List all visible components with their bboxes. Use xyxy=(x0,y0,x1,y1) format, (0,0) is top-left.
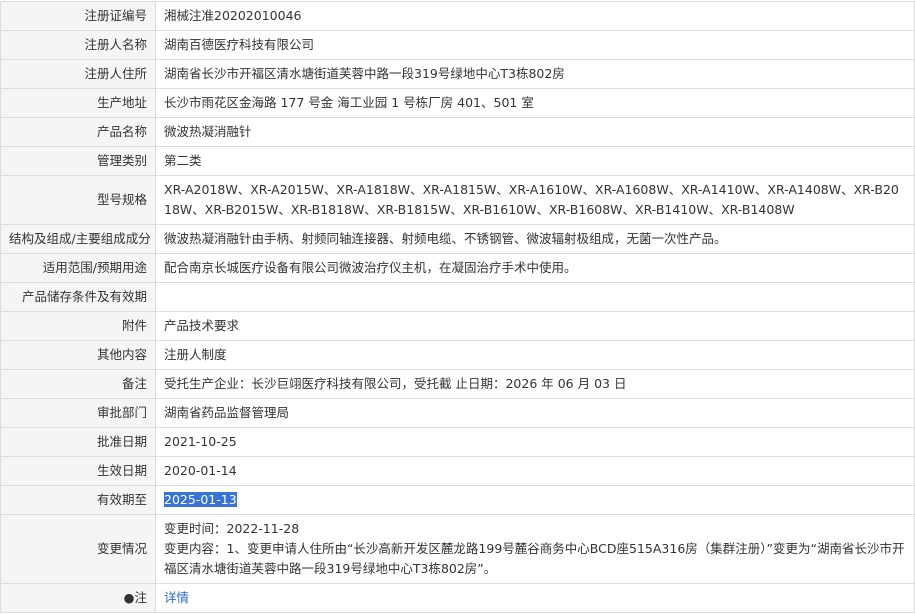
row-approval-dept: 审批部门 湖南省药品监督管理局 xyxy=(0,398,915,428)
value-effective-date: 2020-01-14 xyxy=(155,456,915,486)
row-effective-date: 生效日期 2020-01-14 xyxy=(0,456,915,486)
label-remark: 备注 xyxy=(0,369,156,399)
row-other: 其他内容 注册人制度 xyxy=(0,340,915,370)
label-note-cell: ●注 xyxy=(0,583,156,613)
value-other: 注册人制度 xyxy=(155,340,915,370)
value-expiry-date-cell: 2025-01-13 xyxy=(155,485,915,515)
row-approval-date: 批准日期 2021-10-25 xyxy=(0,427,915,457)
value-note-cell: 详情 xyxy=(155,583,915,613)
value-approval-dept: 湖南省药品监督管理局 xyxy=(155,398,915,428)
row-remark: 备注 受托生产企业：长沙巨翊医疗科技有限公司，受托截 止日期：2026 年 06… xyxy=(0,369,915,399)
label-production-address: 生产地址 xyxy=(0,88,156,118)
row-intended-use: 适用范围/预期用途 配合南京长城医疗设备有限公司微波治疗仪主机，在凝固治疗手术中… xyxy=(0,253,915,283)
change-time: 变更时间：2022-11-28 xyxy=(164,521,300,536)
change-content: 变更内容：1、变更申请人住所由“长沙高新开发区麓龙路199号麓谷商务中心BCD座… xyxy=(164,541,905,576)
value-registrant-name: 湖南百德医疗科技有限公司 xyxy=(155,30,915,60)
label-management-category: 管理类别 xyxy=(0,146,156,176)
details-link[interactable]: 详情 xyxy=(164,590,189,605)
row-product-name: 产品名称 微波热凝消融针 xyxy=(0,117,915,147)
value-product-name: 微波热凝消融针 xyxy=(155,117,915,147)
row-change: 变更情况 变更时间：2022-11-28 变更内容：1、变更申请人住所由“长沙高… xyxy=(0,514,915,584)
label-effective-date: 生效日期 xyxy=(0,456,156,486)
row-structure: 结构及组成/主要组成成分 微波热凝消融针由手柄、射频同轴连接器、射频电缆、不锈钢… xyxy=(0,224,915,254)
label-note: 注 xyxy=(134,590,147,605)
value-production-address: 长沙市雨花区金海路 177 号金 海工业园 1 号栋厂房 401、501 室 xyxy=(155,88,915,118)
label-attachment: 附件 xyxy=(0,311,156,341)
row-storage: 产品储存条件及有效期 xyxy=(0,282,915,312)
pin-icon: ● xyxy=(123,590,135,605)
value-approval-date: 2021-10-25 xyxy=(155,427,915,457)
row-production-address: 生产地址 长沙市雨花区金海路 177 号金 海工业园 1 号栋厂房 401、50… xyxy=(0,88,915,118)
label-change: 变更情况 xyxy=(0,514,156,584)
label-approval-date: 批准日期 xyxy=(0,427,156,457)
value-structure: 微波热凝消融针由手柄、射频同轴连接器、射频电缆、不锈钢管、微波辐射极组成，无菌一… xyxy=(155,224,915,254)
value-management-category: 第二类 xyxy=(155,146,915,176)
row-expiry-date: 有效期至 2025-01-13 xyxy=(0,485,915,515)
value-change: 变更时间：2022-11-28 变更内容：1、变更申请人住所由“长沙高新开发区麓… xyxy=(155,514,915,584)
value-registrant-address: 湖南省长沙市开福区清水塘街道芙蓉中路一段319号绿地中心T3栋802房 xyxy=(155,59,915,89)
registration-table: 注册证编号 湘械注准20202010046 注册人名称 湖南百德医疗科技有限公司… xyxy=(0,1,915,613)
label-product-name: 产品名称 xyxy=(0,117,156,147)
row-model-spec: 型号规格 XR-A2018W、XR-A2015W、XR-A1818W、XR-A1… xyxy=(0,175,915,225)
label-registrant-name: 注册人名称 xyxy=(0,30,156,60)
value-intended-use: 配合南京长城医疗设备有限公司微波治疗仪主机，在凝固治疗手术中使用。 xyxy=(155,253,915,283)
row-note: ●注 详情 xyxy=(0,583,915,613)
row-reg-number: 注册证编号 湘械注准20202010046 xyxy=(0,1,915,31)
label-model-spec: 型号规格 xyxy=(0,175,156,225)
label-structure: 结构及组成/主要组成成分 xyxy=(0,224,156,254)
value-model-spec: XR-A2018W、XR-A2015W、XR-A1818W、XR-A1815W、… xyxy=(155,175,915,225)
value-attachment: 产品技术要求 xyxy=(155,311,915,341)
label-expiry-date: 有效期至 xyxy=(0,485,156,515)
value-remark: 受托生产企业：长沙巨翊医疗科技有限公司，受托截 止日期：2026 年 06 月 … xyxy=(155,369,915,399)
label-intended-use: 适用范围/预期用途 xyxy=(0,253,156,283)
label-registrant-address: 注册人住所 xyxy=(0,59,156,89)
value-expiry-date[interactable]: 2025-01-13 xyxy=(164,492,237,507)
row-registrant-address: 注册人住所 湖南省长沙市开福区清水塘街道芙蓉中路一段319号绿地中心T3栋802… xyxy=(0,59,915,89)
row-management-category: 管理类别 第二类 xyxy=(0,146,915,176)
label-approval-dept: 审批部门 xyxy=(0,398,156,428)
label-reg-number: 注册证编号 xyxy=(0,1,156,31)
label-storage: 产品储存条件及有效期 xyxy=(0,282,156,312)
row-registrant-name: 注册人名称 湖南百德医疗科技有限公司 xyxy=(0,30,915,60)
row-attachment: 附件 产品技术要求 xyxy=(0,311,915,341)
label-other: 其他内容 xyxy=(0,340,156,370)
value-reg-number: 湘械注准20202010046 xyxy=(155,1,915,31)
value-storage xyxy=(155,282,915,312)
